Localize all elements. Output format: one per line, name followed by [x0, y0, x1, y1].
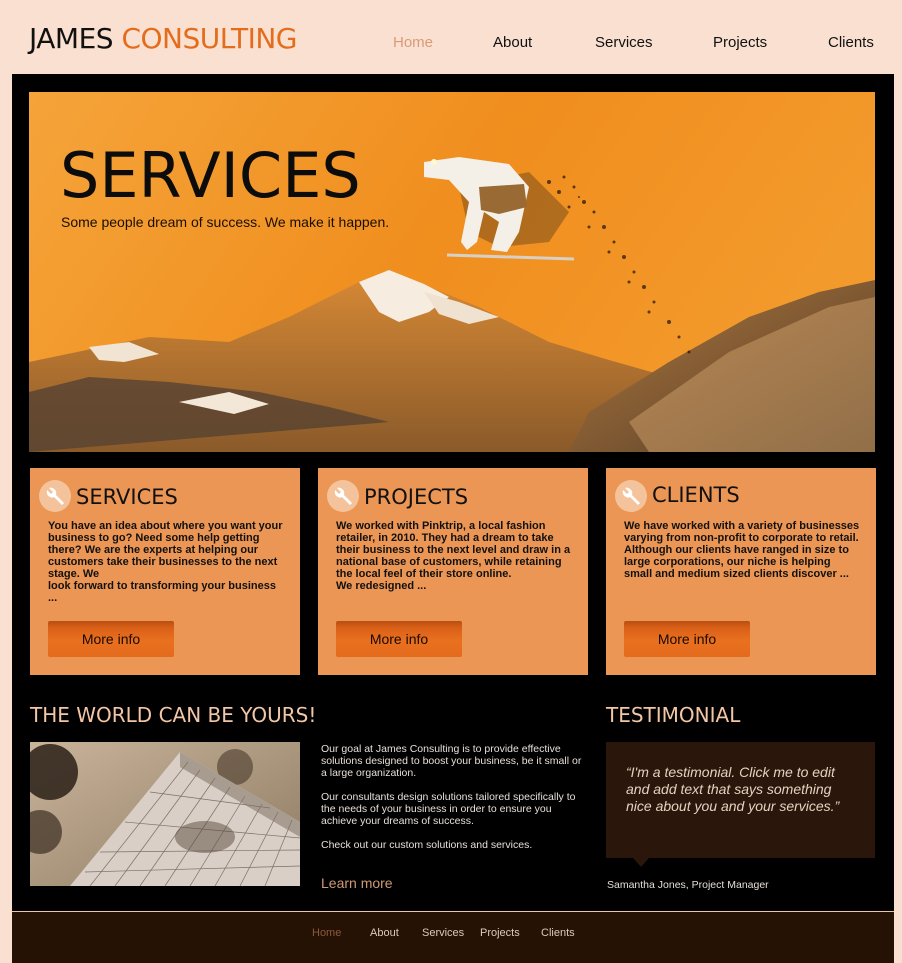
nav-home[interactable]: Home — [393, 34, 433, 52]
world-paragraph-3: Check out our custom solutions and servi… — [321, 839, 533, 851]
footer-nav-projects[interactable]: Projects — [480, 927, 520, 940]
box-text: We have worked with a variety of busines… — [624, 520, 860, 580]
world-title: THE WORLD CAN BE YOURS! — [30, 703, 317, 727]
footer-nav-about[interactable]: About — [370, 927, 399, 940]
learn-more-link[interactable]: Learn more — [321, 875, 393, 892]
site-logo[interactable]: JAMES CONSULTING — [29, 22, 298, 56]
nav-about[interactable]: About — [493, 34, 532, 52]
testimonial-author: Samantha Jones, Project Manager — [607, 879, 769, 891]
testimonial-title: TESTIMONIAL — [606, 703, 741, 727]
services-box: SERVICES You have an idea about where yo… — [30, 468, 300, 675]
nav-clients[interactable]: Clients — [828, 34, 874, 52]
box-text: You have an idea about where you want yo… — [48, 520, 283, 604]
skyscraper-image — [30, 742, 300, 886]
wrench-icon — [327, 480, 359, 512]
logo-first: JAMES — [29, 22, 114, 55]
header: JAMES CONSULTING Home About Services Pro… — [0, 0, 902, 74]
more-info-button[interactable]: More info — [336, 621, 462, 657]
box-title: PROJECTS — [364, 485, 469, 509]
nav-services[interactable]: Services — [595, 34, 653, 52]
box-text: We worked with Pinktrip, a local fashion… — [336, 520, 571, 592]
hero-title: SERVICES — [60, 139, 361, 212]
footer-nav-clients[interactable]: Clients — [541, 927, 575, 940]
world-paragraph-2: Our consultants design solutions tailore… — [321, 791, 576, 827]
nav-projects[interactable]: Projects — [713, 34, 767, 52]
testimonial-quote[interactable]: “I'm a testimonial. Click me to edit and… — [626, 764, 861, 815]
box-title: SERVICES — [76, 485, 178, 509]
projects-box: PROJECTS We worked with Pinktrip, a loca… — [318, 468, 588, 675]
footer-nav-home[interactable]: Home — [312, 927, 341, 940]
more-info-button[interactable]: More info — [624, 621, 750, 657]
more-info-button[interactable]: More info — [48, 621, 174, 657]
world-paragraph-1: Our goal at James Consulting is to provi… — [321, 743, 582, 779]
skyscraper-illustration — [30, 742, 300, 886]
clients-box: CLIENTS We have worked with a variety of… — [606, 468, 876, 675]
wrench-icon — [39, 480, 71, 512]
footer-nav-services[interactable]: Services — [422, 927, 464, 940]
logo-second: CONSULTING — [121, 22, 298, 55]
box-title: CLIENTS — [652, 483, 740, 507]
testimonial-bubble-tail — [633, 858, 649, 867]
wrench-icon — [615, 480, 647, 512]
hero-subtitle: Some people dream of success. We make it… — [61, 214, 390, 230]
